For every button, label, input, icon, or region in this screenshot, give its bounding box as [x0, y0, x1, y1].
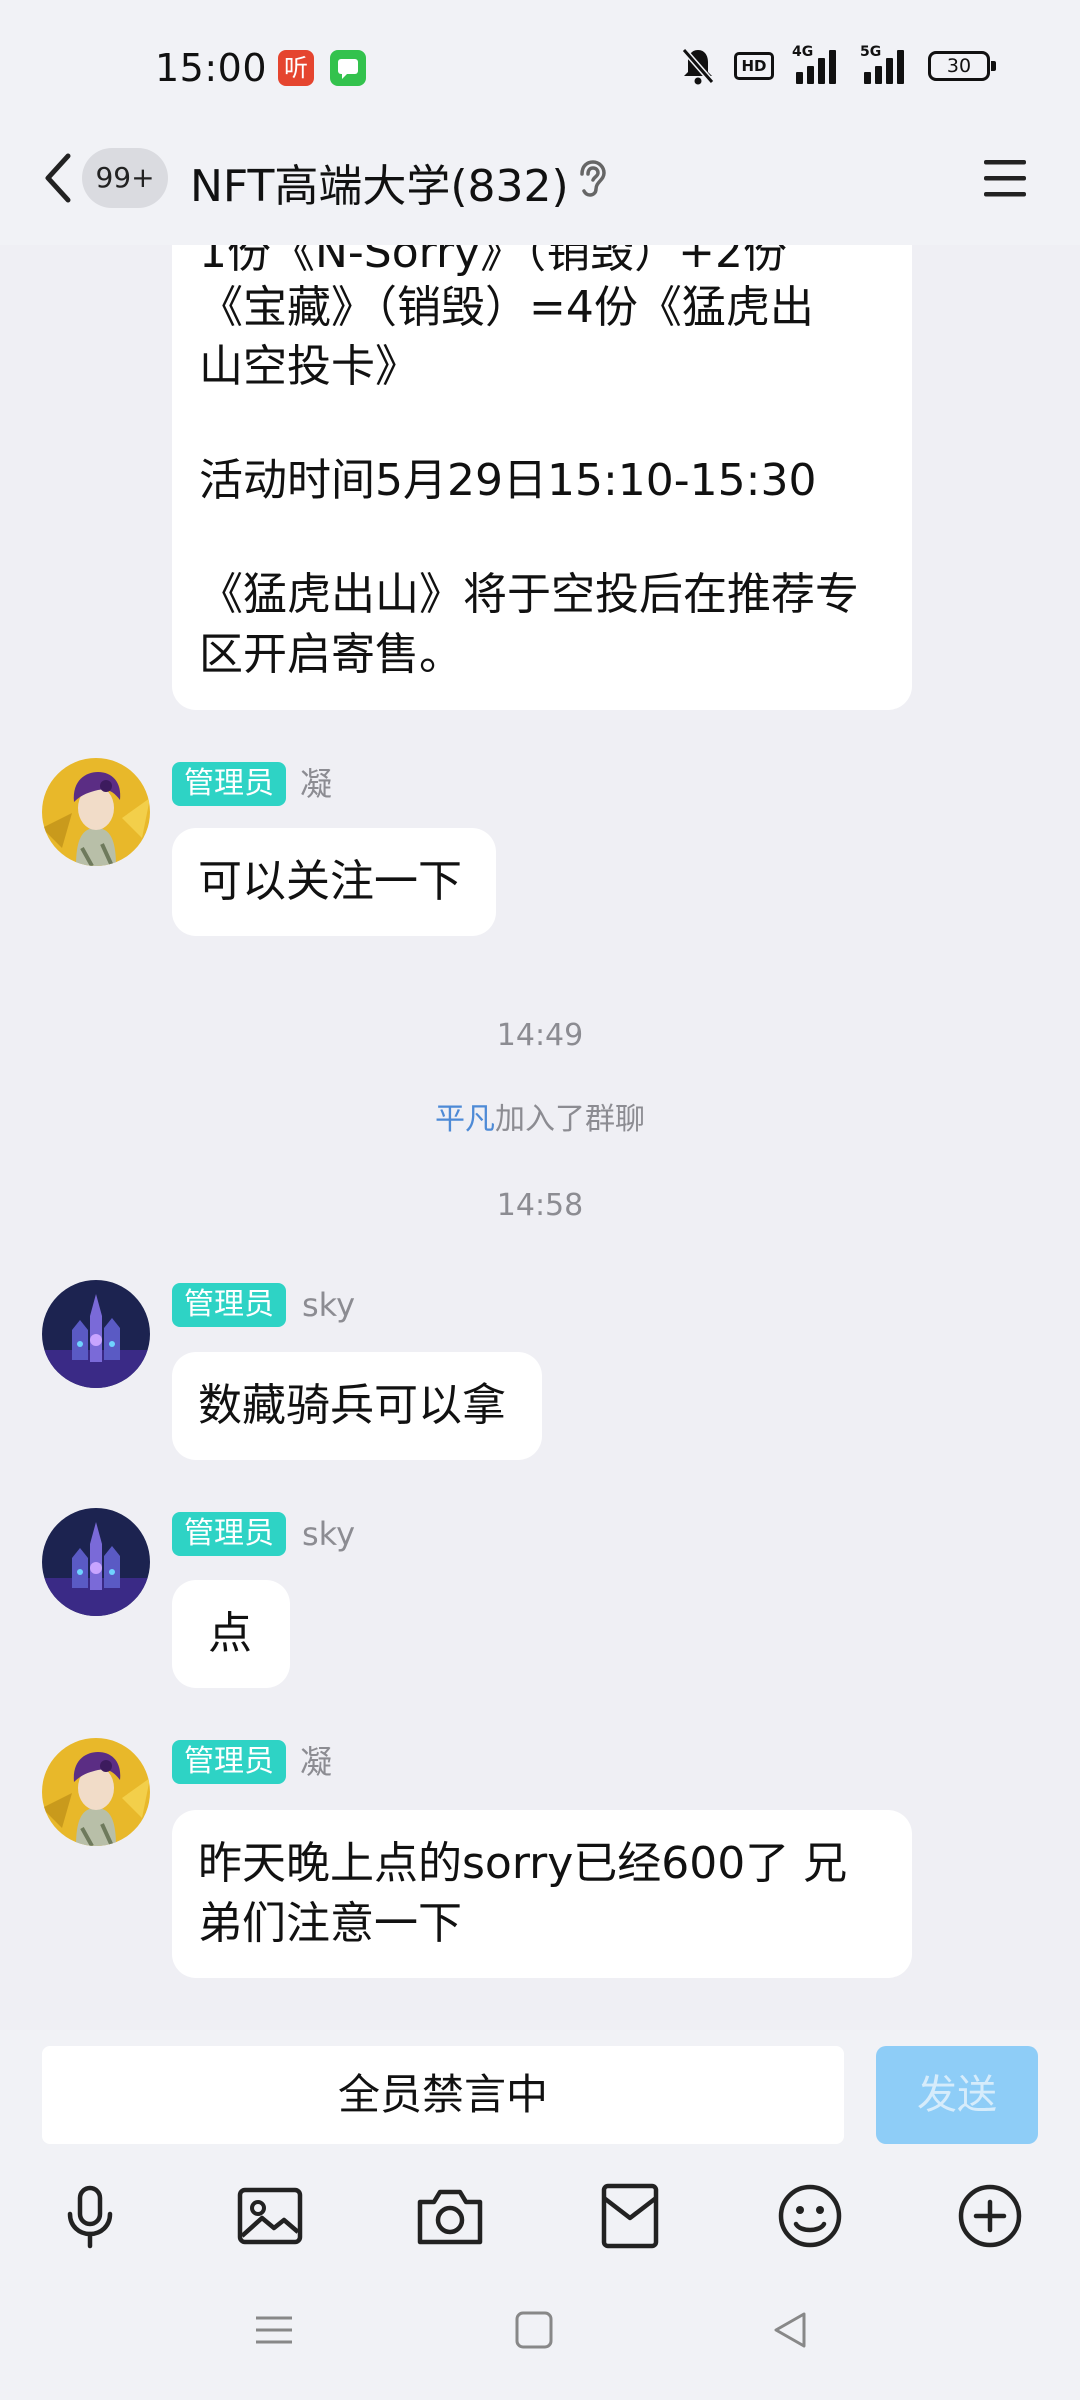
- message-text: 数藏骑兵可以拿: [198, 1380, 506, 1431]
- status-bar: 15:00 听 HD 4G 5G 30: [0, 0, 1080, 130]
- message-line: 《宝藏》（销毁）=4份《猛虎出: [199, 282, 814, 333]
- sender-name[interactable]: 凝: [300, 1740, 332, 1784]
- hd-icon: HD: [734, 44, 774, 88]
- timestamp: 14:49: [496, 1018, 584, 1053]
- image-icon[interactable]: [234, 2180, 306, 2252]
- avatar[interactable]: [42, 1508, 150, 1616]
- message-bubble[interactable]: 昨天晚上点的sorry已经600了 兄 弟们注意一下: [172, 1810, 912, 1978]
- avatar[interactable]: [42, 1738, 150, 1846]
- back-arrow-icon[interactable]: [40, 150, 76, 206]
- system-message-action: 加入了群聊: [495, 1102, 645, 1137]
- emoji-icon[interactable]: [774, 2180, 846, 2252]
- muted-input-field: 全员禁言中: [42, 2046, 844, 2144]
- nav-home-icon[interactable]: [514, 2310, 554, 2354]
- message-bubble[interactable]: 1份《N-Sorry》（销毁）+2份 《宝藏》（销毁）=4份《猛虎出 山空投卡》…: [172, 245, 912, 710]
- avatar[interactable]: [42, 1280, 150, 1388]
- system-message-name[interactable]: 平凡: [435, 1102, 495, 1137]
- menu-icon[interactable]: [982, 156, 1028, 200]
- camera-icon[interactable]: [414, 2180, 486, 2252]
- message-line: 弟们注意一下: [198, 1898, 462, 1949]
- timestamp: 14:58: [496, 1188, 584, 1223]
- message-bubble[interactable]: 点: [172, 1580, 290, 1688]
- earpiece-mode-icon[interactable]: [574, 158, 608, 198]
- message-app-icon: [330, 50, 366, 86]
- message-text: 可以关注一下: [198, 856, 462, 907]
- message-bubble[interactable]: 可以关注一下: [172, 828, 496, 936]
- message-line: 活动时间5月29日15:10-15:30: [199, 455, 817, 506]
- message-line: 昨天晚上点的sorry已经600了 兄: [198, 1838, 848, 1889]
- sender-name[interactable]: sky: [302, 1283, 355, 1327]
- admin-role-tag: 管理员: [172, 1283, 286, 1327]
- message-line: 《猛虎出山》将于空投后在推荐专: [199, 569, 859, 620]
- admin-role-tag: 管理员: [172, 1740, 286, 1784]
- unread-count-badge[interactable]: 99+: [82, 148, 168, 208]
- red-packet-icon[interactable]: [594, 2180, 666, 2252]
- battery-icon: 30: [928, 44, 996, 88]
- message-bubble[interactable]: 数藏骑兵可以拿: [172, 1352, 542, 1460]
- send-button[interactable]: 发送: [876, 2046, 1038, 2144]
- message-text: 点: [208, 1608, 252, 1659]
- mute-bell-icon: [680, 44, 716, 88]
- signal-4g-icon: 4G: [792, 44, 842, 84]
- message-line: 山空投卡》: [199, 341, 419, 392]
- nav-back-icon[interactable]: [770, 2310, 810, 2354]
- message-line: 区开启寄售。: [199, 629, 463, 680]
- nav-menu-icon[interactable]: [254, 2310, 294, 2354]
- plus-circle-icon[interactable]: [954, 2180, 1026, 2252]
- microphone-icon[interactable]: [54, 2180, 126, 2252]
- sender-name[interactable]: sky: [302, 1512, 355, 1556]
- sender-name[interactable]: 凝: [300, 762, 332, 806]
- listen-app-icon: 听: [278, 50, 314, 86]
- system-message: 平凡加入了群聊: [0, 1094, 1080, 1138]
- status-time: 15:00: [155, 46, 268, 90]
- admin-role-tag: 管理员: [172, 762, 286, 806]
- signal-5g-icon: 5G: [860, 44, 910, 84]
- avatar[interactable]: [42, 758, 150, 866]
- admin-role-tag: 管理员: [172, 1512, 286, 1556]
- group-title[interactable]: NFT高端大学(832): [190, 150, 569, 214]
